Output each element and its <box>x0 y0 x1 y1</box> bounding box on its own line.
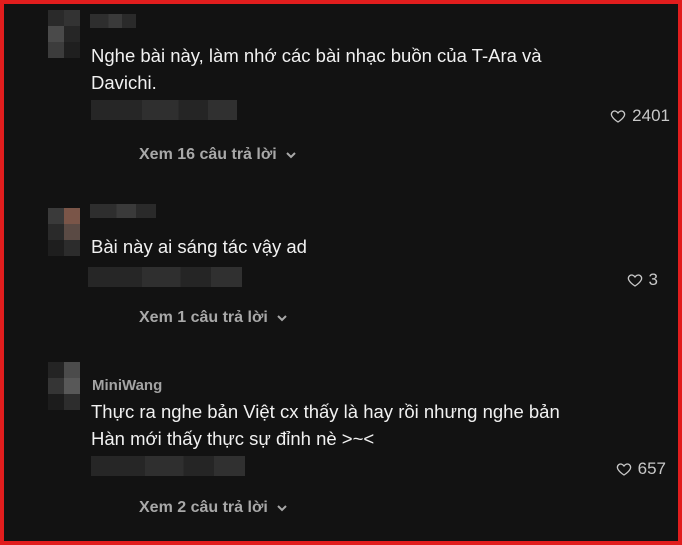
comment-meta-blurred <box>91 456 245 476</box>
view-replies-label: Xem 2 câu trả lời <box>139 499 268 516</box>
comment-section: Nghe bài này, làm nhớ các bài nhạc buồn … <box>0 0 682 545</box>
heart-outline-icon <box>616 463 631 476</box>
avatar-blurred[interactable] <box>48 362 80 410</box>
chevron-down-icon <box>277 505 287 512</box>
like-button[interactable]: 657 <box>616 459 666 479</box>
view-replies-button[interactable]: Xem 2 câu trả lời <box>139 499 288 517</box>
like-count: 657 <box>637 459 666 478</box>
comment-text: Thực ra nghe bản Việt cx thấy là hay rồi… <box>91 401 560 449</box>
comment-item: MiniWang Thực ra nghe bản Việt cx thấy l… <box>4 4 678 541</box>
username[interactable]: MiniWang <box>92 377 162 394</box>
